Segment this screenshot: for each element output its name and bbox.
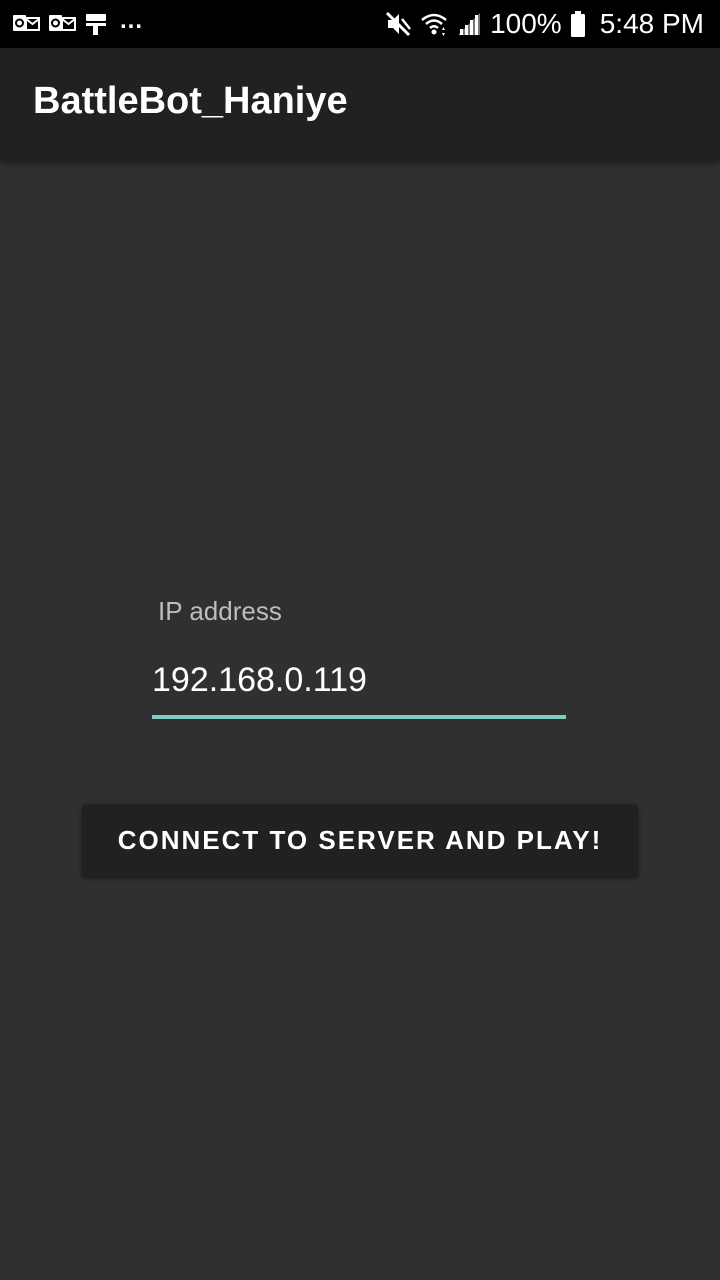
battery-percentage: 100% — [490, 8, 562, 39]
status-bar: ... 100% 5:48 PM — [0, 0, 720, 48]
outlook-icon — [12, 12, 40, 36]
ip-address-input[interactable] — [152, 652, 566, 708]
app-title: BattleBot_Haniye — [33, 80, 348, 122]
paint-roller-icon — [84, 12, 108, 36]
system-status-icons: 100% 5:48 PM — [384, 0, 704, 48]
outlook-icon — [48, 12, 76, 36]
signal-icon — [456, 11, 482, 37]
ip-address-underline — [152, 715, 566, 719]
wifi-icon — [420, 10, 448, 38]
battery-icon — [570, 10, 586, 38]
connect-to-server-button[interactable]: CONNECT TO SERVER AND PLAY! — [82, 804, 638, 876]
more-notifications-indicator: ... — [120, 7, 144, 34]
status-clock: 5:48 PM — [599, 8, 704, 39]
mute-icon — [384, 10, 412, 38]
ip-address-label: IP address — [158, 596, 282, 626]
notification-icons: ... — [12, 0, 143, 48]
app-bar: BattleBot_Haniye — [0, 48, 720, 160]
